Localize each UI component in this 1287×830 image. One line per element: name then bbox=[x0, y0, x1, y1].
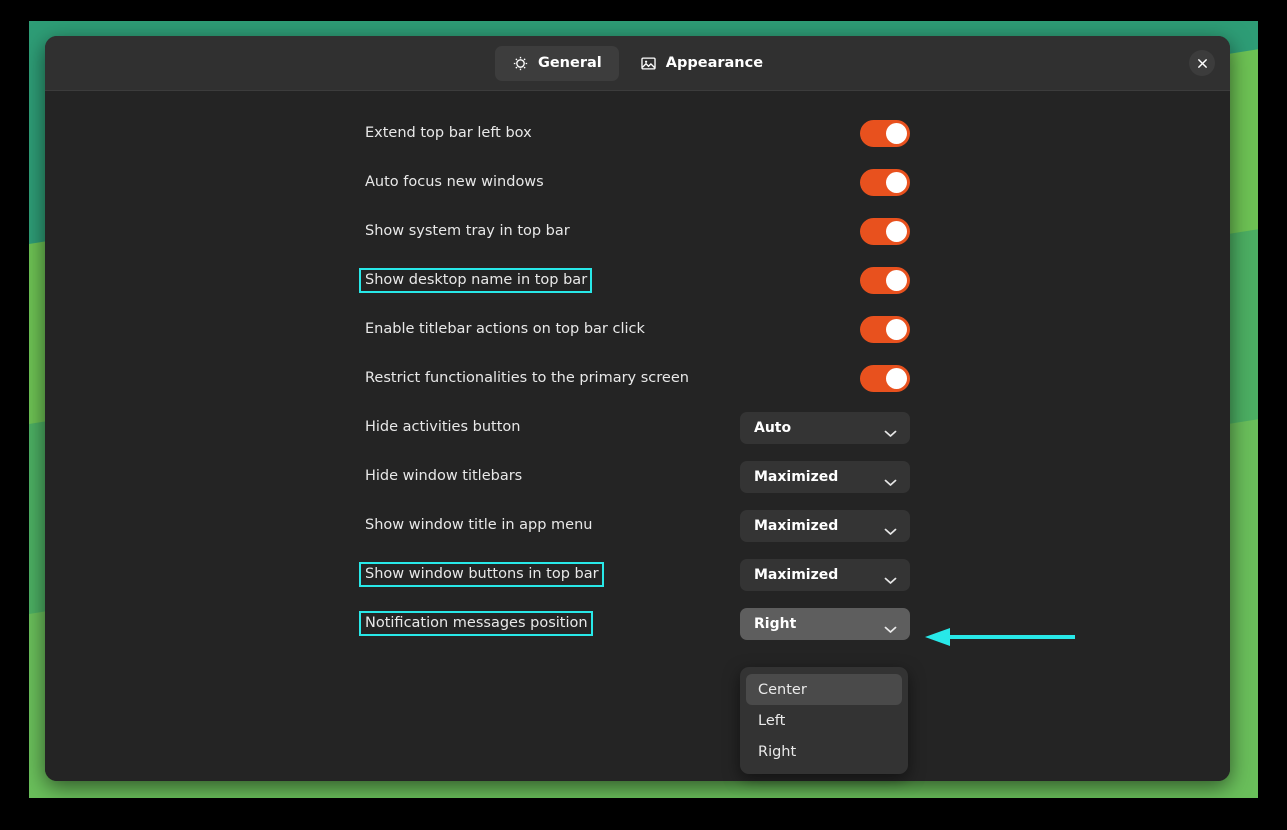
menu-item-left[interactable]: Left bbox=[746, 705, 902, 736]
dropdown-hide-window-titlebars[interactable]: Maximized bbox=[740, 461, 910, 493]
setting-label-show-desktop-name-in-top-bar: Show desktop name in top bar bbox=[359, 268, 592, 294]
chevron-down-icon bbox=[884, 619, 897, 628]
dropdown-show-window-title-in-app-menu[interactable]: Maximized bbox=[740, 510, 910, 542]
chevron-down-icon bbox=[884, 423, 897, 432]
menu-item-center[interactable]: Center bbox=[746, 674, 902, 705]
setting-label-show-window-buttons-in-top-bar: Show window buttons in top bar bbox=[359, 562, 604, 588]
toggle-enable-titlebar-actions[interactable] bbox=[860, 316, 910, 343]
setting-label-hide-activities-button: Hide activities button bbox=[361, 416, 524, 440]
settings-window: General Appearance bbox=[45, 36, 1230, 781]
dropdown-value: Maximized bbox=[754, 518, 838, 534]
dropdown-value: Right bbox=[754, 616, 796, 632]
setting-row: Notification messages position Right bbox=[365, 599, 910, 648]
setting-row: Extend top bar left box bbox=[365, 109, 910, 158]
close-icon bbox=[1197, 58, 1208, 69]
setting-row: Auto focus new windows bbox=[365, 158, 910, 207]
dropdown-value: Maximized bbox=[754, 469, 838, 485]
menu-item-label: Right bbox=[758, 744, 796, 760]
setting-label-notification-messages-position: Notification messages position bbox=[359, 611, 593, 637]
setting-row: Show window title in app menu Maximized bbox=[365, 501, 910, 550]
settings-list: Extend top bar left box Auto focus new w… bbox=[365, 109, 910, 648]
toggle-show-system-tray-in-top-bar[interactable] bbox=[860, 218, 910, 245]
window-titlebar: General Appearance bbox=[45, 36, 1230, 91]
menu-item-right[interactable]: Right bbox=[746, 736, 902, 767]
toggle-restrict-functionalities[interactable] bbox=[860, 365, 910, 392]
setting-row: Restrict functionalities to the primary … bbox=[365, 354, 910, 403]
tab-appearance[interactable]: Appearance bbox=[623, 46, 780, 81]
dropdown-value: Maximized bbox=[754, 567, 838, 583]
toggle-show-desktop-name-in-top-bar[interactable] bbox=[860, 267, 910, 294]
chevron-down-icon bbox=[884, 570, 897, 579]
setting-label-extend-top-bar-left-box: Extend top bar left box bbox=[361, 122, 536, 146]
close-button[interactable] bbox=[1189, 50, 1215, 76]
setting-label-show-window-title-in-app-menu: Show window title in app menu bbox=[361, 514, 596, 538]
setting-row: Show system tray in top bar bbox=[365, 207, 910, 256]
menu-item-label: Left bbox=[758, 713, 785, 729]
tab-bar: General Appearance bbox=[495, 46, 780, 81]
setting-label-hide-window-titlebars: Hide window titlebars bbox=[361, 465, 526, 489]
menu-item-label: Center bbox=[758, 682, 807, 698]
setting-row: Hide window titlebars Maximized bbox=[365, 452, 910, 501]
toggle-knob bbox=[886, 368, 907, 389]
tab-general-label: General bbox=[538, 55, 602, 71]
dropdown-hide-activities-button[interactable]: Auto bbox=[740, 412, 910, 444]
setting-row: Show window buttons in top bar Maximized bbox=[365, 550, 910, 599]
setting-label-show-system-tray-in-top-bar: Show system tray in top bar bbox=[361, 220, 574, 244]
toggle-knob bbox=[886, 172, 907, 193]
desktop-screen: General Appearance bbox=[0, 0, 1287, 830]
setting-row: Show desktop name in top bar bbox=[365, 256, 910, 305]
chevron-down-icon bbox=[884, 521, 897, 530]
setting-label-auto-focus-new-windows: Auto focus new windows bbox=[361, 171, 548, 195]
toggle-knob bbox=[886, 319, 907, 340]
setting-row: Enable titlebar actions on top bar click bbox=[365, 305, 910, 354]
dropdown-menu-notification-position: Center Left Right bbox=[740, 667, 908, 774]
toggle-knob bbox=[886, 221, 907, 242]
dropdown-show-window-buttons-in-top-bar[interactable]: Maximized bbox=[740, 559, 910, 591]
toggle-knob bbox=[886, 270, 907, 291]
gear-icon bbox=[512, 55, 529, 72]
setting-label-enable-titlebar-actions: Enable titlebar actions on top bar click bbox=[361, 318, 649, 342]
tab-general[interactable]: General bbox=[495, 46, 619, 81]
toggle-extend-top-bar-left-box[interactable] bbox=[860, 120, 910, 147]
toggle-knob bbox=[886, 123, 907, 144]
chevron-down-icon bbox=[884, 472, 897, 481]
tab-appearance-label: Appearance bbox=[666, 55, 763, 71]
settings-content: Extend top bar left box Auto focus new w… bbox=[45, 91, 1230, 781]
setting-label-restrict-functionalities: Restrict functionalities to the primary … bbox=[361, 367, 693, 391]
picture-icon bbox=[640, 55, 657, 72]
dropdown-notification-messages-position[interactable]: Right bbox=[740, 608, 910, 640]
dropdown-value: Auto bbox=[754, 420, 791, 436]
toggle-auto-focus-new-windows[interactable] bbox=[860, 169, 910, 196]
setting-row: Hide activities button Auto bbox=[365, 403, 910, 452]
